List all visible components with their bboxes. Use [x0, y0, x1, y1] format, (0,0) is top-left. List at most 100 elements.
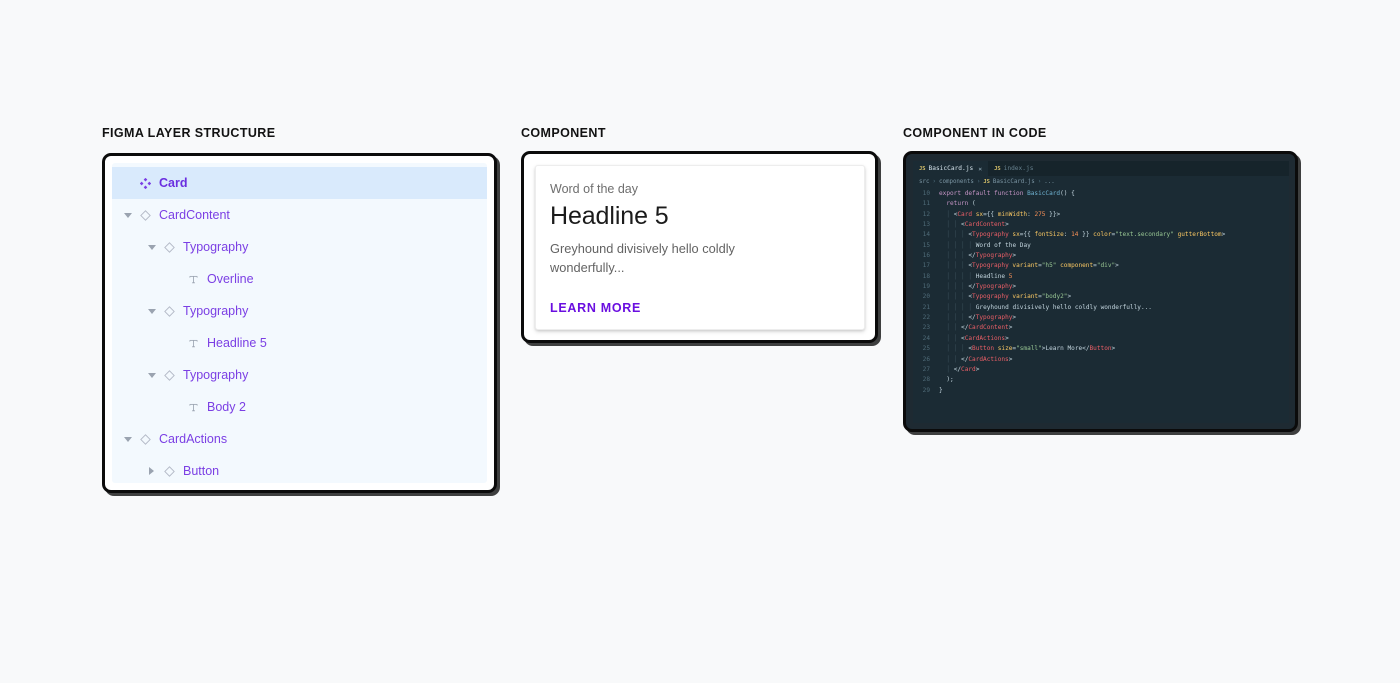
editor-tab-label: index.js	[1003, 165, 1034, 172]
layer-row-overline[interactable]: Overline	[112, 263, 487, 295]
breadcrumb-segment[interactable]: ...	[1044, 179, 1054, 185]
code-line-text: export default function BasicCard() {	[939, 190, 1075, 197]
code-line-text: │ <Card sx={{ minWidth: 275 }}>	[946, 210, 1061, 218]
card-actions: LEARN MORE	[550, 299, 850, 317]
instance-icon	[140, 209, 151, 221]
code-line-text: );	[946, 376, 954, 384]
text-icon	[188, 274, 199, 285]
breadcrumb-segment[interactable]: src	[919, 179, 929, 185]
line-number: 27	[922, 365, 930, 373]
code-line[interactable]: 20 │ │ │ <Typography variant="body2">	[913, 292, 1289, 302]
line-number: 21	[922, 303, 930, 311]
editor-breadcrumb: src › components › JS BasicCard.js ›...	[913, 176, 1289, 188]
editor-tab-index-js[interactable]: JS index.js	[988, 161, 1039, 176]
line-number: 15	[922, 241, 930, 249]
close-icon[interactable]: ×	[978, 165, 982, 173]
code-line[interactable]: 23 │ │ </CardContent>	[913, 323, 1289, 333]
caret-down-icon[interactable]	[124, 211, 133, 220]
code-line-text: │ │ │ </Typography>	[946, 283, 1017, 291]
code-line[interactable]: 11 return (	[913, 199, 1289, 209]
breadcrumb-separator-icon: ›	[932, 179, 936, 185]
code-line[interactable]: 16 │ │ │ </Typography>	[913, 251, 1289, 261]
code-line[interactable]: 25 │ │ │ <Button size="small">Learn More…	[913, 344, 1289, 354]
code-line[interactable]: 10 export default function BasicCard() {	[913, 189, 1289, 199]
caret-down-icon[interactable]	[148, 243, 157, 252]
editor-tab-basiccard-js[interactable]: JS BasicCard.js ×	[913, 161, 989, 176]
code-line-text: │ │ │ <Button size="small">Learn More</B…	[946, 345, 1116, 353]
code-line-text: │ │ │ │ Greyhound divisively hello coldl…	[946, 303, 1152, 311]
instance-icon	[164, 241, 175, 253]
line-number: 25	[922, 345, 930, 353]
layer-row-cardcontent[interactable]: CardContent	[112, 199, 487, 231]
code-line-text: │ │ │ │ Headline 5	[946, 272, 1013, 280]
code-line-text: return (	[946, 200, 976, 208]
caret-placeholder	[124, 179, 133, 188]
code-line[interactable]: 22 │ │ │ </Typography>	[913, 313, 1289, 323]
layer-row-card[interactable]: Card	[112, 167, 487, 199]
line-number: 10	[922, 190, 930, 197]
section-title-component-in-code: COMPONENT IN CODE	[903, 126, 1047, 140]
layer-row-label: Button	[183, 464, 220, 478]
code-line[interactable]: 12 │ <Card sx={{ minWidth: 275 }}>	[913, 210, 1289, 220]
code-line[interactable]: 21 │ │ │ │ Greyhound divisively hello co…	[913, 303, 1289, 313]
caret-right-icon[interactable]	[148, 466, 157, 476]
js-file-icon: JS	[994, 165, 1001, 172]
code-line-text: │ </Card>	[946, 365, 980, 373]
editor-tab-label: BasicCard.js	[928, 165, 974, 172]
layer-row-headline-5[interactable]: Headline 5	[112, 327, 487, 359]
instance-icon	[140, 433, 151, 445]
line-number: 12	[922, 210, 930, 218]
code-line[interactable]: 19 │ │ │ </Typography>	[913, 282, 1289, 292]
card-headline-text: Headline 5	[550, 202, 669, 231]
js-file-icon: JS	[919, 165, 926, 172]
line-number: 26	[922, 355, 930, 363]
layer-row-label: Body 2	[207, 400, 246, 414]
line-number: 19	[922, 283, 930, 291]
line-number: 28	[922, 376, 930, 384]
instance-icon	[164, 305, 175, 317]
layer-row-body-2[interactable]: Body 2	[112, 391, 487, 423]
code-line[interactable]: 18 │ │ │ │ Headline 5	[913, 272, 1289, 282]
code-line-text: }	[939, 386, 943, 394]
code-line[interactable]: 15 │ │ │ │ Word of the Day	[913, 241, 1289, 251]
layer-row-cardactions[interactable]: CardActions	[112, 423, 487, 455]
caret-down-icon[interactable]	[148, 371, 157, 380]
code-line[interactable]: 17 │ │ │ <Typography variant="h5" compon…	[913, 261, 1289, 271]
code-line[interactable]: 13 │ │ <CardContent>	[913, 220, 1289, 230]
card-body-text: Greyhound divisively hello coldly wonder…	[550, 241, 735, 275]
text-icon	[188, 338, 199, 349]
breadcrumb-segment[interactable]: BasicCard.js	[993, 179, 1035, 185]
breadcrumb-segment[interactable]: components	[939, 179, 974, 185]
caret-down-icon[interactable]	[124, 435, 133, 444]
line-number: 16	[922, 252, 930, 260]
layer-row-typography[interactable]: Typography	[112, 231, 487, 263]
line-number: 14	[922, 231, 930, 239]
line-number: 20	[922, 293, 930, 301]
code-line-text: │ │ </CardContent>	[946, 324, 1013, 332]
section-title-figma-layers: FIGMA LAYER STRUCTURE	[102, 126, 276, 140]
layer-row-button[interactable]: Button	[112, 455, 487, 487]
code-line[interactable]: 14 │ │ │ <Typography sx={{ fontSize: 14 …	[913, 230, 1289, 240]
instance-icon	[164, 465, 175, 477]
code-line-text: │ │ │ </Typography>	[946, 314, 1017, 322]
editor-tab-bar: JS BasicCard.js × JS index.js	[913, 161, 1289, 176]
layer-row-typography[interactable]: Typography	[112, 359, 487, 391]
layer-row-typography[interactable]: Typography	[112, 295, 487, 327]
layer-row-label: Card	[159, 176, 188, 190]
code-line[interactable]: 29}	[913, 386, 1289, 396]
caret-down-icon[interactable]	[148, 307, 157, 316]
line-number: 17	[922, 262, 930, 270]
page-root: FIGMA LAYER STRUCTURE COMPONENT COMPONEN…	[0, 0, 1400, 683]
code-line[interactable]: 24 │ │ <CardActions>	[913, 334, 1289, 344]
component-preview-panel: Word of the day Headline 5 Greyhound div…	[521, 151, 878, 343]
layer-row-label: Headline 5	[207, 336, 267, 350]
breadcrumb-separator-icon: ›	[1037, 179, 1042, 185]
code-line[interactable]: 26 │ │ </CardActions>	[913, 355, 1289, 365]
code-line[interactable]: 28 );	[913, 375, 1289, 385]
code-line-text: │ │ <CardActions>	[946, 334, 1009, 342]
code-line-text: │ │ │ │ Word of the Day	[946, 241, 1031, 249]
code-line-text: │ │ │ <Typography variant="body2">	[946, 293, 1072, 301]
learn-more-button[interactable]: LEARN MORE	[550, 301, 641, 315]
code-line[interactable]: 27 │ </Card>	[913, 365, 1289, 375]
section-title-component: COMPONENT	[521, 126, 606, 140]
